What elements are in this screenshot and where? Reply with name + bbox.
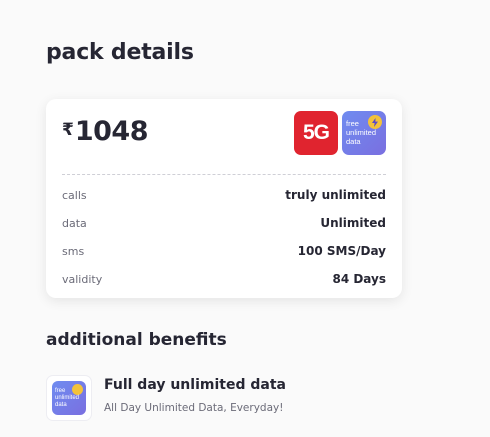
pack-badges: 5G free unlimited data bbox=[294, 111, 386, 155]
detail-value: Unlimited bbox=[320, 216, 386, 230]
detail-value: 100 SMS/Day bbox=[297, 244, 386, 258]
benefit-item[interactable]: free unlimited data Full day unlimited d… bbox=[46, 375, 286, 421]
detail-label: data bbox=[62, 216, 87, 230]
detail-row-sms: sms 100 SMS/Day bbox=[62, 241, 386, 261]
price-amount: 1048 bbox=[74, 116, 149, 147]
badge-data-text: free unlimited data bbox=[346, 119, 377, 146]
free-unlimited-data-icon: free unlimited data bbox=[46, 375, 92, 421]
detail-row-data: data Unlimited bbox=[62, 213, 386, 233]
currency-symbol: ₹ bbox=[62, 120, 74, 140]
detail-label: sms bbox=[62, 244, 85, 258]
divider bbox=[62, 174, 386, 175]
additional-benefits-title: additional benefits bbox=[46, 330, 227, 350]
benefit-icon-text: free unlimited data bbox=[55, 388, 80, 408]
detail-value: 84 Days bbox=[332, 272, 386, 286]
detail-label: calls bbox=[62, 188, 87, 202]
page-title: pack details bbox=[46, 40, 194, 65]
detail-value: truly unlimited bbox=[285, 188, 386, 202]
pack-price: ₹ 1048 bbox=[62, 116, 149, 147]
detail-label: validity bbox=[62, 272, 103, 286]
detail-row-validity: validity 84 Days bbox=[62, 269, 386, 289]
benefit-text: Full day unlimited data All Day Unlimite… bbox=[104, 377, 286, 421]
detail-row-calls: calls truly unlimited bbox=[62, 185, 386, 205]
free-unlimited-data-icon: free unlimited data bbox=[342, 111, 386, 155]
5g-badge-icon: 5G bbox=[294, 111, 338, 155]
benefit-title: Full day unlimited data bbox=[104, 377, 286, 393]
pack-card: ₹ 1048 5G free unlimited data calls trul… bbox=[46, 99, 402, 298]
benefit-description: All Day Unlimited Data, Everyday! bbox=[104, 402, 284, 414]
